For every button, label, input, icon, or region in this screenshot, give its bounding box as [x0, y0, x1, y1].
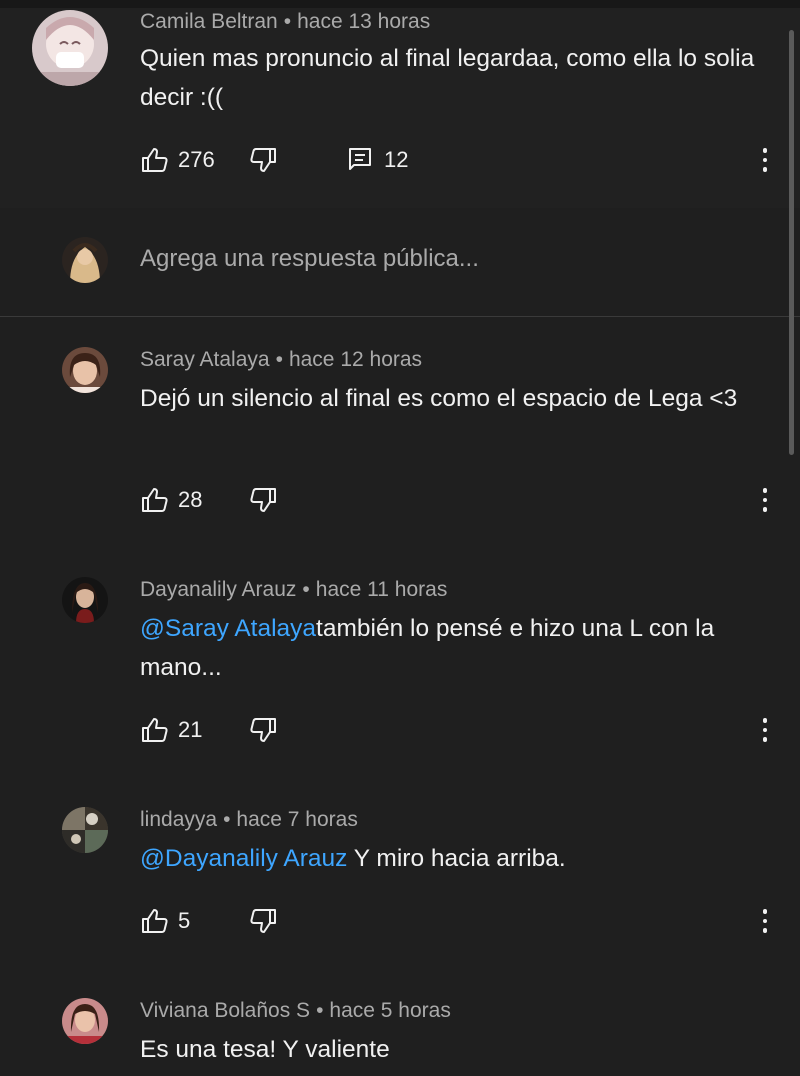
comment-text: Dejó un silencio al final es como el esp… [140, 379, 780, 418]
more-vert-icon[interactable] [756, 145, 774, 175]
thumbs-up-icon[interactable] [140, 715, 170, 745]
mention-link[interactable]: @Saray Atalaya [140, 615, 316, 642]
like-count: 276 [178, 147, 215, 172]
current-user-avatar[interactable] [62, 237, 108, 283]
meta-separator: • [275, 348, 283, 371]
more-vert-icon[interactable] [756, 906, 774, 936]
comment-meta: Dayanalily Arauz • hace 11 horas [140, 578, 447, 602]
comment-meta: Camila Beltran • hace 13 horas [140, 10, 430, 34]
like-count: 21 [178, 717, 203, 742]
comment-time[interactable]: hace 13 horas [297, 10, 430, 33]
comment-actions: 21 [140, 714, 202, 746]
comment-author[interactable]: Camila Beltran [140, 10, 278, 33]
meta-separator: • [302, 578, 310, 601]
comment-time[interactable]: hace 11 horas [316, 578, 448, 601]
thumbs-up-icon[interactable] [140, 145, 170, 175]
reply-input[interactable]: Agrega una respuesta pública... [140, 245, 479, 273]
comment-author[interactable]: lindayya [140, 808, 217, 831]
thumbs-down-icon[interactable] [248, 715, 278, 745]
comment-time[interactable]: hace 7 horas [236, 808, 357, 831]
thumbs-down-icon[interactable] [248, 485, 278, 515]
divider [0, 316, 800, 317]
meta-separator: • [283, 10, 292, 33]
mention-link[interactable]: @Dayanalily Arauz [140, 845, 347, 872]
comment-time[interactable]: hace 5 horas [329, 999, 450, 1022]
comment-time[interactable]: hace 12 horas [289, 348, 422, 371]
avatar[interactable] [62, 347, 108, 393]
comment-icon [346, 145, 376, 175]
thumbs-down-icon[interactable] [248, 145, 278, 175]
comment-body: Es una tesa! Y valiente [140, 1036, 390, 1063]
thumbs-down-icon[interactable] [248, 906, 278, 936]
avatar[interactable] [62, 577, 108, 623]
like-count: 28 [178, 487, 203, 512]
comment-actions: 28 [140, 484, 202, 516]
reply-button[interactable]: 12 [346, 145, 408, 175]
comment-meta: lindayya • hace 7 horas [140, 808, 358, 832]
comment-text: Es una tesa! Y valiente [140, 1030, 780, 1069]
more-vert-icon[interactable] [756, 485, 774, 515]
like-count: 5 [178, 908, 191, 933]
avatar[interactable] [32, 10, 108, 86]
comment-body: Quien mas pronuncio al final legardaa, c… [140, 45, 755, 111]
reply-count: 12 [384, 147, 409, 172]
comment-author[interactable]: Dayanalily Arauz [140, 578, 296, 601]
comment-author[interactable]: Saray Atalaya [140, 348, 270, 371]
comment-actions: 5 [140, 905, 190, 937]
comment-text: @Saray Atalayatambién lo pensé e hizo un… [140, 609, 780, 687]
meta-separator: • [223, 808, 231, 831]
thumbs-up-icon[interactable] [140, 906, 170, 936]
top-edge [0, 0, 800, 8]
comment-text: @Dayanalily Arauz Y miro hacia arriba. [140, 839, 780, 878]
comment-body: Y miro hacia arriba. [347, 845, 566, 872]
thumbs-up-icon[interactable] [140, 485, 170, 515]
comment-meta: Saray Atalaya • hace 12 horas [140, 348, 422, 372]
main-comment: Camila Beltran • hace 13 horas Quien mas p… [0, 8, 800, 208]
comment-text: Quien mas pronuncio al final legardaa, c… [140, 39, 780, 117]
avatar[interactable] [62, 998, 108, 1044]
comment-meta: Viviana Bolaños S • hace 5 horas [140, 999, 451, 1023]
scrollbar[interactable] [789, 30, 794, 455]
comment-actions: 276 [140, 144, 215, 176]
more-vert-icon[interactable] [756, 715, 774, 745]
comment-author[interactable]: Viviana Bolaños S [140, 999, 310, 1022]
avatar[interactable] [62, 807, 108, 853]
meta-separator: • [316, 999, 324, 1022]
comment-body: Dejó un silencio al final es como el esp… [140, 385, 738, 412]
